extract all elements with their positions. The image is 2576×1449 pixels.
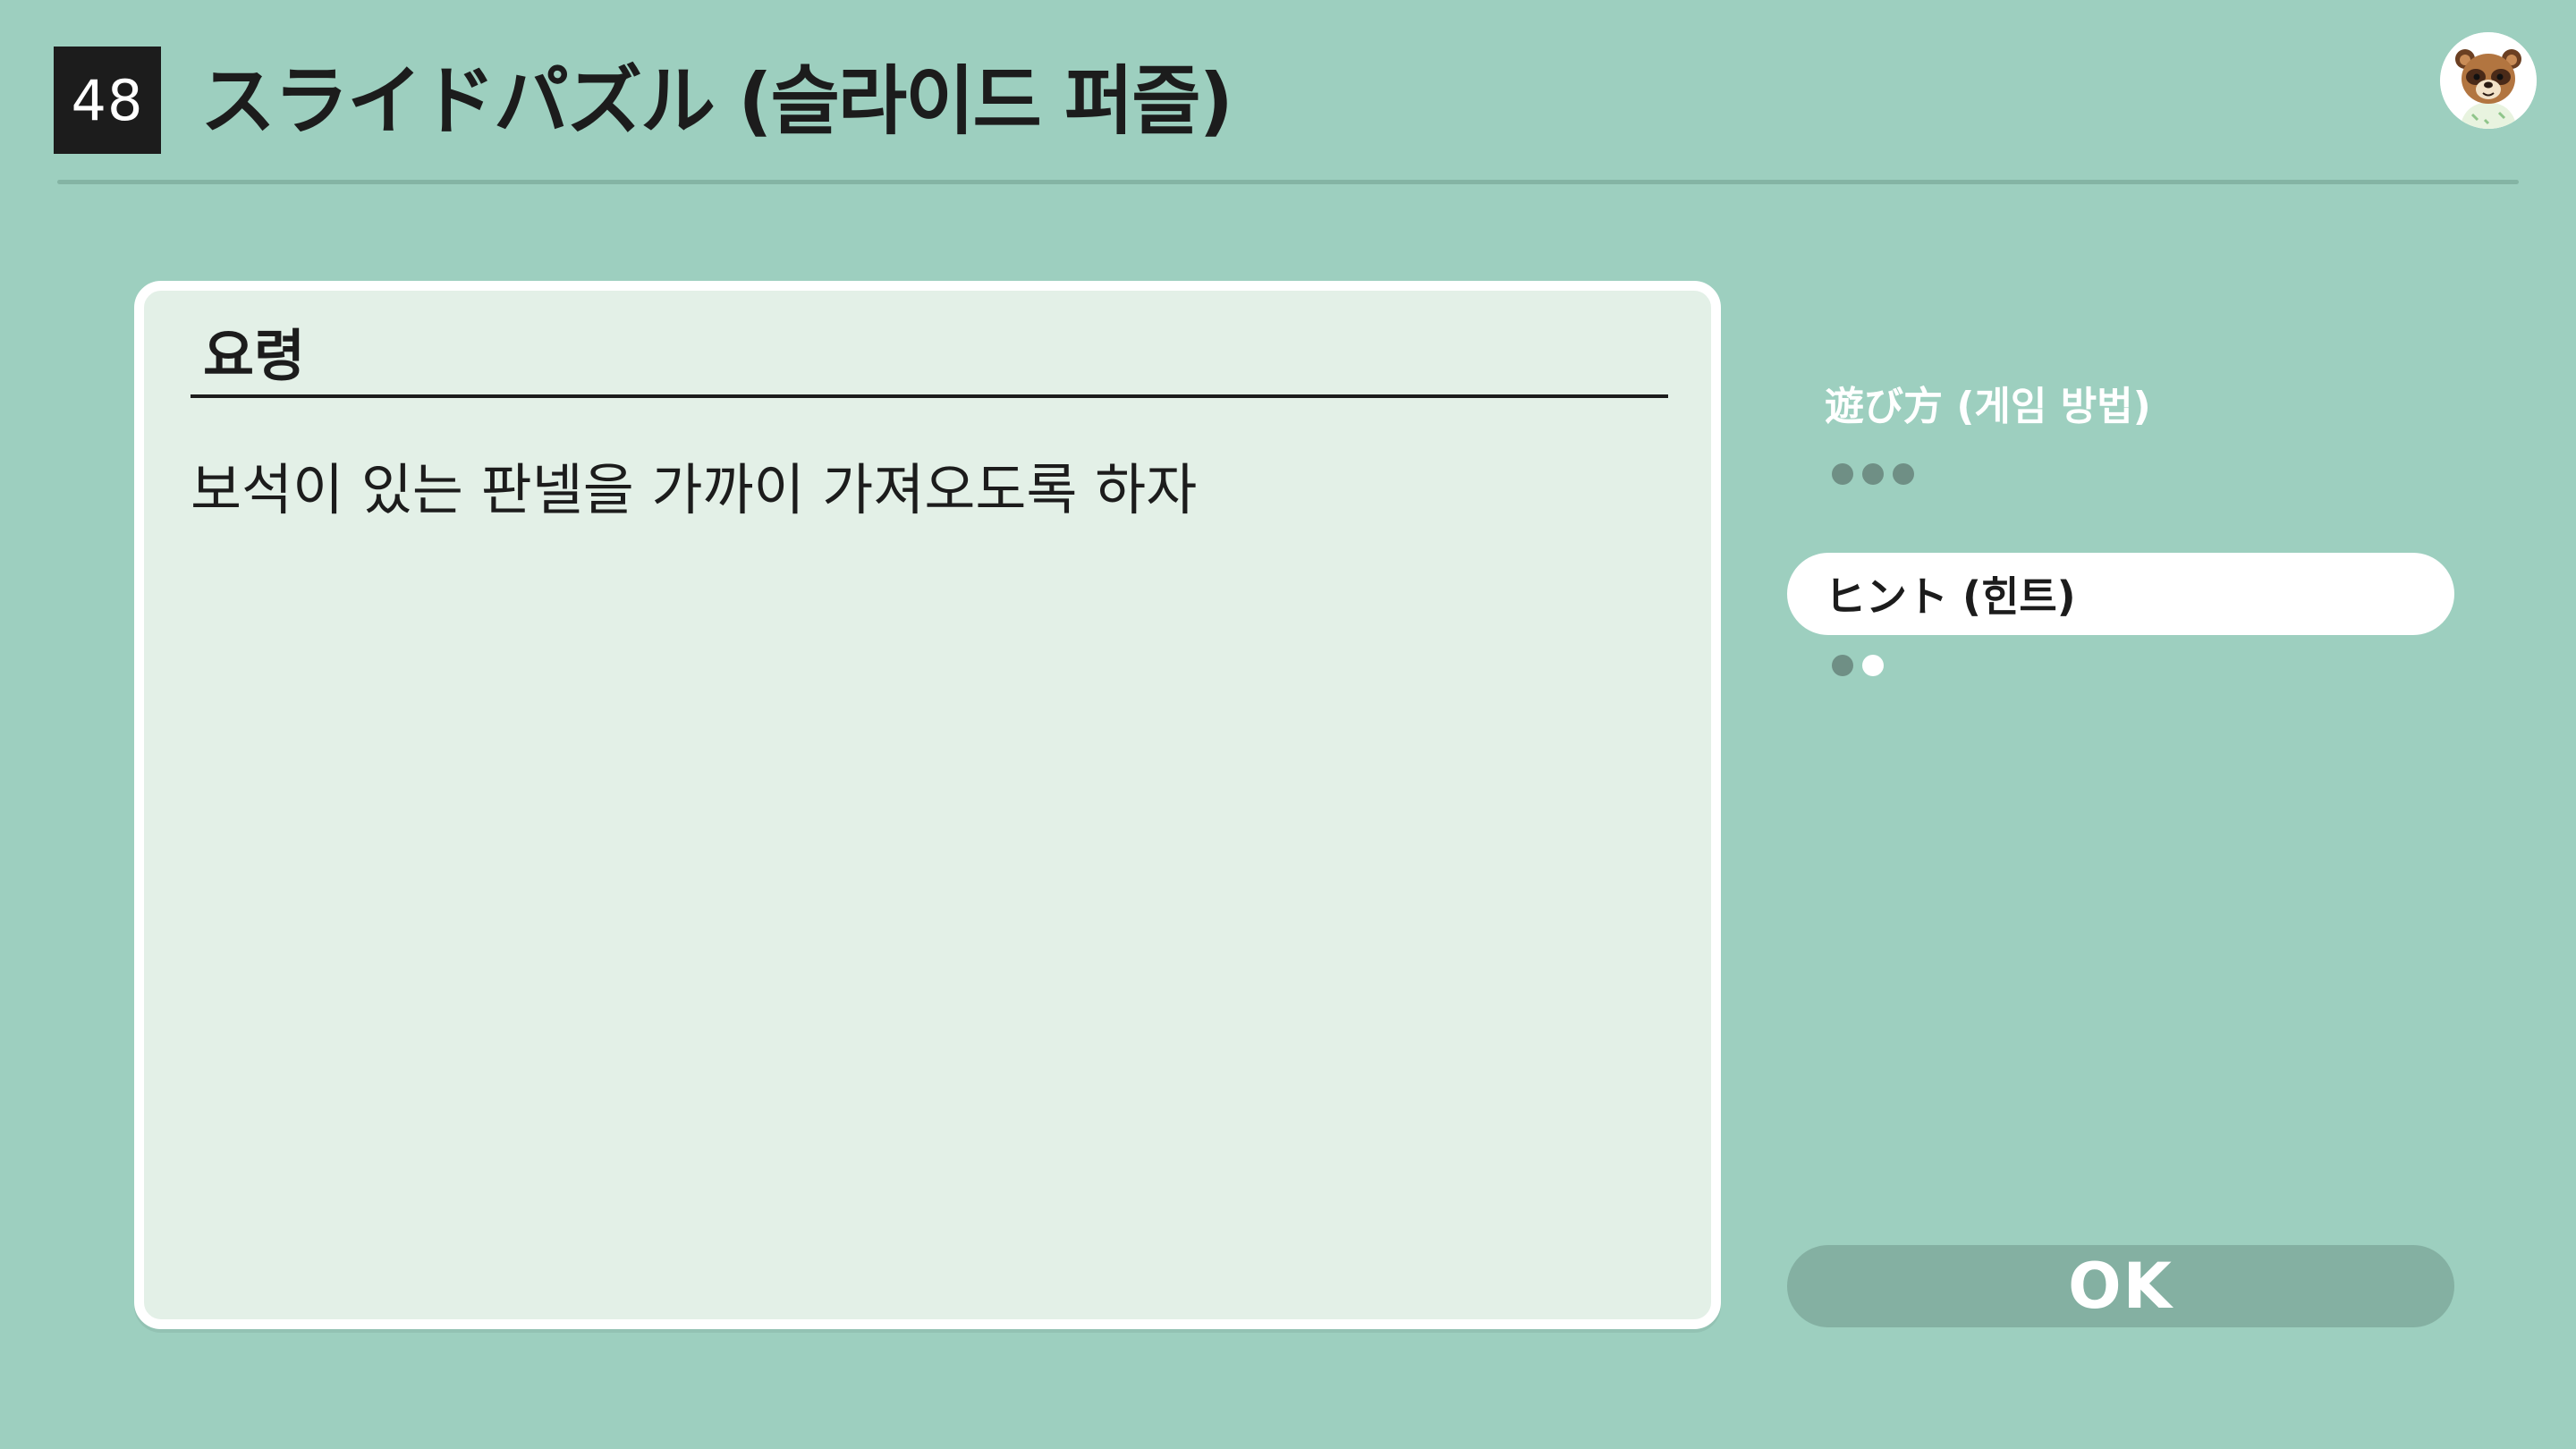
card-heading: 요령 [203, 323, 306, 388]
page-dot [1893, 463, 1914, 485]
game-screen: 48 スライドパズル (슬라이드 퍼즐) 요령 보석이 있는 판넬을 가까이 가… [0, 0, 2576, 1449]
how-to-play-page-dots [1832, 463, 1914, 485]
game-title: スライドパズル (슬라이드 퍼즐) [200, 57, 1233, 145]
menu-item-hint[interactable]: ヒント (힌트) [1787, 553, 2454, 635]
menu-item-hint-label: ヒント (힌트) [1825, 572, 2076, 621]
ok-button[interactable]: OK [1787, 1245, 2454, 1327]
page-dot [1862, 463, 1884, 485]
card-heading-rule [191, 394, 1668, 398]
menu-item-how-to-play[interactable]: 遊び方 (게임 방법) [1825, 374, 2151, 431]
game-number-badge: 48 [54, 47, 161, 154]
page-dot-current [1832, 655, 1853, 676]
tom-nook-avatar-icon [2440, 32, 2537, 129]
hint-page-dots [1832, 655, 1884, 676]
page-dot [1832, 463, 1853, 485]
avatar-illustration [2440, 32, 2537, 129]
hint-card: 요령 보석이 있는 판넬을 가까이 가져오도록 하자 [134, 281, 1721, 1329]
ok-button-label: OK [2068, 1250, 2174, 1323]
card-body-text: 보석이 있는 판넬을 가까이 가져오도록 하자 [191, 457, 1198, 522]
page-dot [1862, 655, 1884, 676]
header-divider [57, 180, 2519, 184]
